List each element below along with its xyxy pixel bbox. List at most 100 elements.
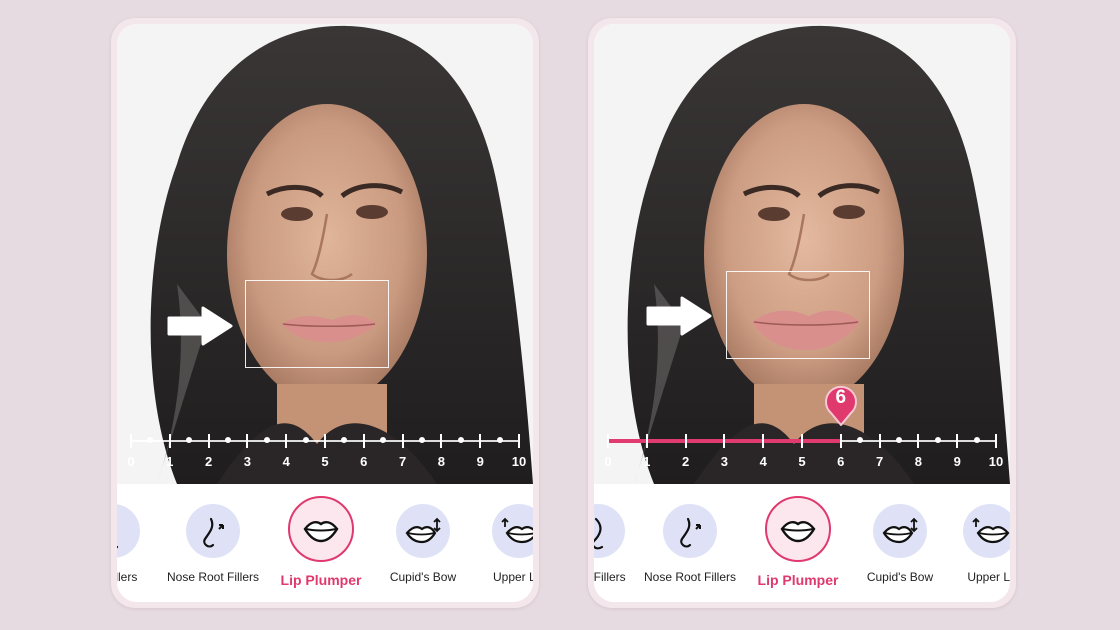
slider-tick: [246, 434, 249, 448]
nose-bridge-icon: [117, 545, 119, 549]
tool-icon-circle: [594, 504, 625, 558]
cupids-bow-icon: [405, 517, 441, 544]
slider-tick: [401, 434, 404, 448]
slider-tick: [440, 434, 443, 448]
tool-icon-circle: [873, 504, 927, 558]
slider-step-dot: [496, 437, 503, 443]
slider-tick: [762, 434, 765, 448]
slider-step-dot: [302, 437, 309, 443]
slider-tick: [645, 434, 648, 448]
slider-step-dot: [896, 437, 902, 443]
slider-tick: [723, 434, 726, 448]
slider-tick: [917, 434, 920, 448]
face-photo: [594, 24, 1010, 484]
slider-tick-label: 4: [282, 454, 290, 469]
slider-tick-label: 5: [321, 454, 329, 469]
slider-tick-label: 3: [720, 454, 728, 469]
tool-icon-circle: [492, 504, 533, 558]
slider-tick: [479, 434, 482, 448]
slider-tick: [362, 434, 365, 448]
slider-step-dot: [263, 437, 270, 443]
slider-tick: [801, 434, 803, 448]
slider-tick-label: 4: [759, 454, 767, 469]
slider-tick: [168, 434, 171, 448]
slider-tick-label: 5: [798, 454, 806, 469]
slider-tick-label: 6: [360, 454, 368, 469]
tool-label: Upper Lip: [492, 570, 533, 584]
tool-icon-circle: [288, 496, 354, 562]
slider-tick-label: 2: [204, 454, 213, 469]
slider-tick-label: 0: [127, 454, 135, 469]
slider-thumb[interactable]: 6: [824, 384, 858, 427]
before-panel: 0 1 2 3 4 5 6 7 8 9 10 ge FillersNose Root Fillers…: [111, 18, 539, 608]
nose-bridge-icon: [594, 517, 604, 550]
slider-tick: [207, 434, 210, 448]
tool-icon-circle: [186, 504, 240, 558]
cupids-bow-icon: [882, 517, 918, 544]
slider-tick-label: 6: [837, 454, 845, 469]
slider-step-dot: [419, 437, 425, 443]
tool-icon-circle: [663, 504, 717, 558]
slider-tick-label: 9: [953, 454, 961, 469]
slider-tick-label: 3: [243, 454, 251, 469]
slider-tick-label: 2: [681, 454, 690, 469]
slider-tick: [324, 434, 326, 448]
lip-selection-box: [726, 271, 870, 359]
slider-step-dot: [341, 437, 348, 443]
slider-tick-label: 1: [166, 454, 174, 469]
slider-tick-label: 8: [437, 454, 445, 469]
slider-tick-label: 10: [511, 454, 527, 469]
slider-tick: [130, 434, 132, 448]
slider-step-dot: [857, 437, 864, 443]
slider-value-label: 6: [835, 387, 847, 408]
slider-tick: [995, 434, 997, 448]
slider-step-dot: [973, 437, 980, 443]
lips-icon: [780, 520, 816, 543]
slider-tick: [956, 434, 959, 448]
tool-label: Upper Li: [967, 570, 1010, 584]
tool-icon-circle: [117, 504, 140, 558]
slider-tick-label: 10: [988, 454, 1004, 469]
slider-tick-label: 7: [875, 454, 884, 469]
lip-selection-box: [245, 280, 389, 368]
tool-icon-circle: [396, 504, 450, 558]
upper-lip-icon: [972, 517, 1010, 544]
slider-step-dot: [147, 437, 154, 443]
upper-lip-icon: [501, 517, 533, 544]
tool-nose-root-fillers[interactable]: Nose Root Fillers: [153, 496, 273, 584]
slider-tick: [518, 434, 520, 448]
nose-root-icon: [203, 517, 224, 548]
slider-tick: [878, 434, 881, 448]
face-photo: [117, 24, 533, 484]
arrow-right-icon: [167, 306, 233, 346]
before-screen: 0 1 2 3 4 5 6 7 8 9 10 ge FillersNose Root Fillers…: [117, 24, 533, 602]
intensity-slider[interactable]: 0 1 2 3 4 5 6 7 8 9 10: [127, 428, 526, 478]
slider-tick: [285, 434, 288, 448]
tool-carousel: ge FillersNose Root FillersLip PlumperCu…: [117, 484, 533, 602]
tool-label: Nose Root Fillers: [643, 570, 737, 584]
tool-upper-lip[interactable]: Upper Li: [930, 496, 1010, 584]
tool-label: Nose Root Fillers: [166, 570, 260, 584]
tool-carousel: dge FillersNose Root FillersLip PlumperC…: [594, 484, 1010, 602]
lips-icon: [303, 520, 339, 543]
after-panel: 0 1 2 3 4 5 6 7 8 9 10 6 dge FillersNose Root Fille…: [588, 18, 1016, 608]
slider-step-dot: [380, 437, 387, 443]
tool-upper-lip[interactable]: Upper Lip: [459, 496, 533, 584]
slider-step-dot: [457, 437, 464, 443]
slider-tick: [684, 434, 687, 448]
tool-nose-root-fillers[interactable]: Nose Root Fillers: [630, 496, 750, 584]
slider-step-dot: [186, 437, 193, 443]
intensity-slider[interactable]: 0 1 2 3 4 5 6 7 8 9 10 6: [604, 385, 1003, 478]
slider-step-dot: [934, 437, 941, 443]
slider-tick-label: 0: [604, 454, 612, 469]
slider-tick: [839, 434, 842, 448]
after-screen: 0 1 2 3 4 5 6 7 8 9 10 6 dge FillersNose Root Fille…: [594, 24, 1010, 602]
tool-icon-circle: [765, 496, 831, 562]
slider-tick-label: 9: [476, 454, 484, 469]
nose-root-icon: [680, 517, 701, 548]
slider-tick: [607, 434, 609, 448]
tool-icon-circle: [963, 504, 1010, 558]
slider-tick-label: 8: [914, 454, 922, 469]
slider-tick-label: 7: [398, 454, 407, 469]
slider-tick-label: 1: [643, 454, 651, 469]
